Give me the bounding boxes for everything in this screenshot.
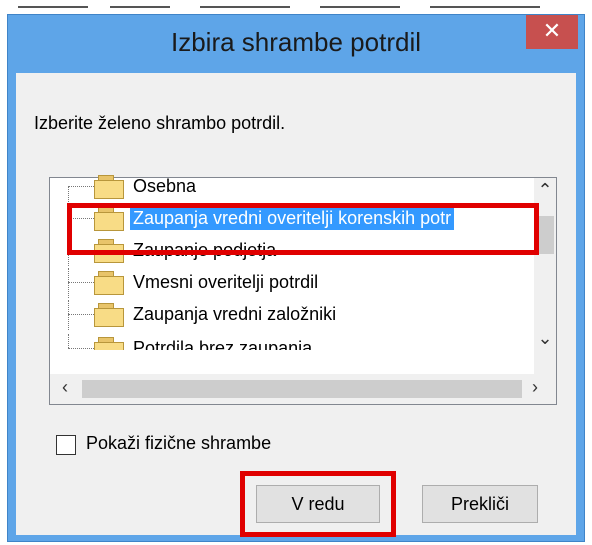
- ok-button-highlight: [240, 471, 396, 537]
- background-text: [110, 0, 170, 8]
- dialog-window: Izbira shrambe potrdil ✕ Izberite želeno…: [7, 14, 585, 542]
- horizontal-scrollbar[interactable]: ‹ ›: [50, 374, 556, 404]
- background-text: [18, 0, 88, 8]
- tree-line: [68, 334, 69, 348]
- checkbox-label: Pokaži fizične shrambe: [86, 433, 272, 453]
- tree-item[interactable]: Zaupanja vredni založniki: [50, 300, 518, 330]
- background-text: [320, 0, 400, 8]
- folder-icon: [94, 303, 124, 327]
- scroll-right-icon[interactable]: ›: [524, 377, 546, 398]
- folder-icon: [94, 271, 124, 295]
- selection-highlight: [67, 203, 539, 255]
- tree-line: [68, 300, 69, 330]
- folder-icon: [94, 337, 124, 350]
- tree-line: [68, 268, 69, 298]
- tree-item-label: Osebna: [133, 176, 197, 196]
- scroll-down-icon[interactable]: ⌄: [534, 328, 556, 349]
- tree-item-label: Potrdila brez zaupanja: [133, 338, 313, 350]
- tree-item[interactable]: Vmesni overitelji potrdil: [50, 268, 518, 298]
- scroll-left-icon[interactable]: ‹: [54, 377, 76, 398]
- tree-item-label: Vmesni overitelji potrdil: [133, 272, 319, 292]
- close-icon: ✕: [542, 18, 562, 43]
- tree-item-label: Zaupanja vredni založniki: [133, 304, 337, 324]
- horizontal-scroll-thumb[interactable]: [82, 380, 522, 398]
- tree-line: [68, 348, 94, 349]
- tree-line: [68, 186, 69, 202]
- scroll-up-icon[interactable]: ⌃: [534, 180, 556, 201]
- folder-icon: [94, 175, 124, 199]
- tree-item[interactable]: Potrdila brez zaupanja: [50, 334, 518, 350]
- tree-line: [68, 186, 94, 187]
- tree-line: [68, 282, 94, 283]
- background-text: [200, 0, 290, 8]
- show-physical-stores-checkbox[interactable]: [56, 435, 76, 455]
- background-text: [430, 0, 540, 8]
- cancel-button[interactable]: Prekliči: [422, 485, 538, 523]
- window-title: Izbira shrambe potrdil: [171, 27, 421, 57]
- dialog-client-area: Izberite želeno shrambo potrdil. Osebna …: [16, 73, 576, 537]
- tree-item[interactable]: Osebna: [50, 172, 518, 202]
- tree-line: [68, 314, 94, 315]
- close-button[interactable]: ✕: [526, 15, 578, 49]
- titlebar[interactable]: Izbira shrambe potrdil ✕: [8, 15, 584, 73]
- prompt-text: Izberite želeno shrambo potrdil.: [34, 113, 286, 133]
